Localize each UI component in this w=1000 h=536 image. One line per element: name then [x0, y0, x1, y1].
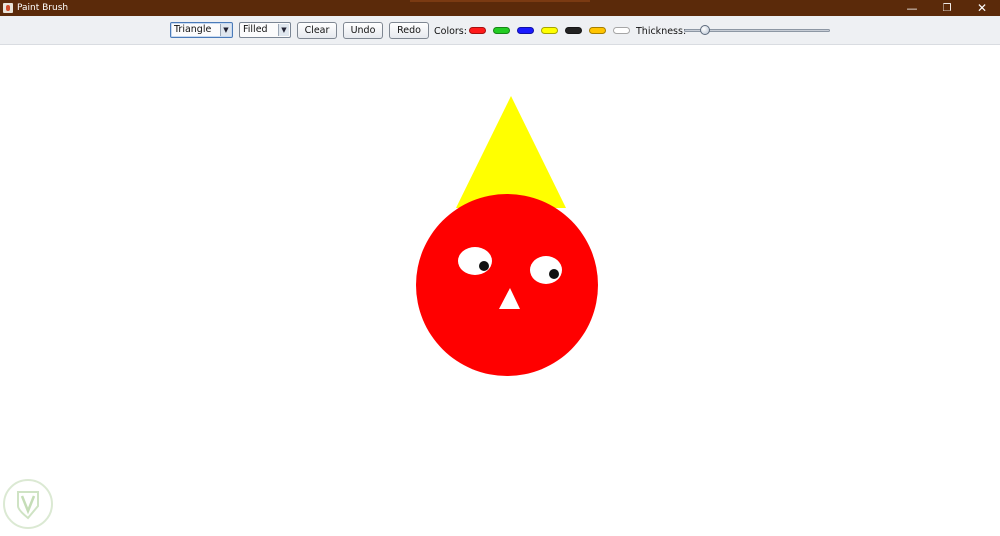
minimize-button[interactable]: —	[896, 0, 928, 16]
right-eye-white	[530, 256, 562, 284]
chevron-down-icon[interactable]: ▼	[278, 24, 289, 36]
redo-button[interactable]: Redo	[389, 22, 429, 39]
left-pupil	[479, 261, 489, 271]
color-swatch-black[interactable]	[565, 27, 582, 34]
right-pupil	[549, 269, 559, 279]
thickness-label: Thickness:	[636, 26, 687, 37]
color-swatch-white[interactable]	[613, 27, 630, 34]
undo-button[interactable]: Undo	[343, 22, 383, 39]
color-swatch-red[interactable]	[469, 27, 486, 34]
color-swatch-yellow[interactable]	[541, 27, 558, 34]
fill-select-value: Filled	[243, 24, 268, 35]
colors-label: Colors:	[434, 26, 467, 37]
title-bar: Paint Brush — ❐ ✕	[0, 0, 1000, 16]
drawing-surface	[416, 96, 598, 376]
window-title: Paint Brush	[17, 3, 69, 13]
color-swatch-blue[interactable]	[517, 27, 534, 34]
thickness-slider-thumb[interactable]	[700, 25, 711, 35]
maximize-button[interactable]: ❐	[931, 0, 963, 16]
left-eye-white	[458, 247, 492, 275]
title-bar-accent	[410, 0, 590, 2]
shield-leaf-icon	[3, 479, 53, 529]
color-swatch-green[interactable]	[493, 27, 510, 34]
close-button[interactable]: ✕	[966, 0, 998, 16]
drawing-canvas[interactable]	[0, 45, 1000, 532]
color-swatch-orange[interactable]	[589, 27, 606, 34]
chevron-down-icon[interactable]: ▼	[220, 24, 231, 36]
clear-button[interactable]: Clear	[297, 22, 337, 39]
toolbar: Triangle ▼ Filled ▼ Clear Undo Redo Colo…	[0, 16, 1000, 45]
shape-select[interactable]: Triangle ▼	[170, 22, 233, 38]
java-app-icon	[3, 3, 13, 13]
fill-select[interactable]: Filled ▼	[239, 22, 291, 38]
hat-triangle	[456, 96, 566, 208]
face-circle	[416, 194, 598, 376]
shape-select-value: Triangle	[174, 24, 212, 35]
